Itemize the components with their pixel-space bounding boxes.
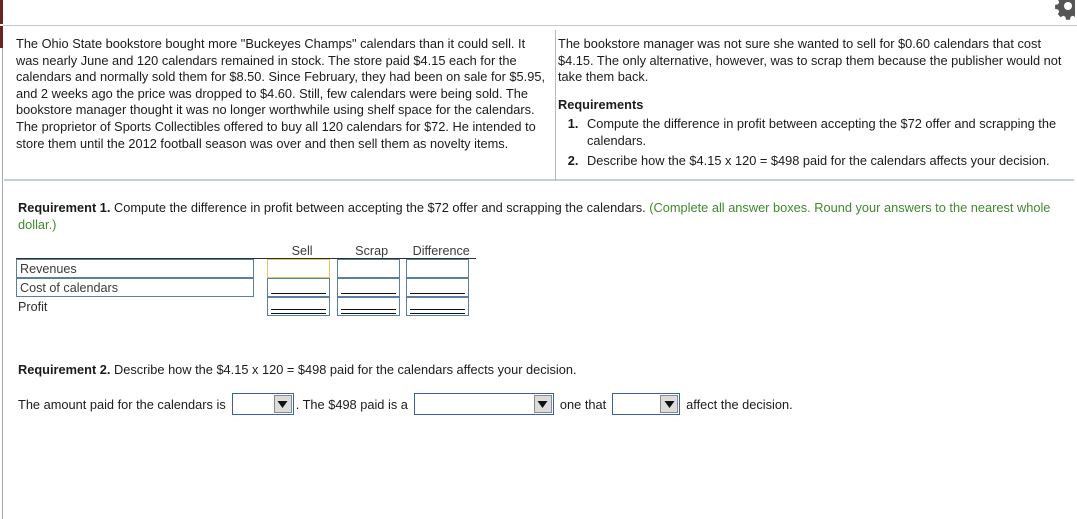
- cell-revenues-difference: [406, 259, 476, 278]
- revenues-sell-box[interactable]: [267, 259, 331, 278]
- column-divider: [555, 30, 556, 181]
- profit-scrap-input[interactable]: [337, 298, 399, 315]
- requirement-2-answer-row: The amount paid for the calendars is . T…: [18, 393, 1058, 415]
- left-edge-accent-secondary: [0, 26, 3, 48]
- cell-cost-sell: [267, 278, 337, 297]
- answer-table: Sell Scrap Difference Revenues Cost of c…: [16, 244, 476, 316]
- cell-revenues-scrap: [336, 259, 407, 278]
- requirements-heading: Requirements: [558, 96, 644, 112]
- table-header-blank: [16, 244, 268, 259]
- req2-sentence-part-4: affect the decision.: [686, 396, 793, 412]
- requirements-list: Compute the difference in profit between…: [558, 116, 1070, 169]
- requirement-1-text: Compute the difference in profit between…: [114, 200, 646, 215]
- requirements-column: The bookstore manager was not sure she w…: [558, 36, 1070, 172]
- top-separator-rule: [3, 25, 1077, 26]
- row-label-cell-profit: Profit: [16, 297, 267, 316]
- cost-scrap-input[interactable]: [337, 279, 399, 296]
- chevron-down-icon[interactable]: [273, 395, 292, 413]
- requirement-1-label: Requirement 1.: [18, 200, 111, 215]
- table-row: [16, 278, 476, 297]
- gear-icon[interactable]: [1055, 0, 1075, 22]
- profit-sell-input[interactable]: [268, 298, 330, 315]
- amount-paid-dropdown[interactable]: [231, 393, 294, 415]
- cost-difference-box[interactable]: [406, 278, 470, 297]
- profit-scrap-box[interactable]: [336, 297, 400, 316]
- problem-statement-panel: The Ohio State bookstore bought more "Bu…: [4, 30, 1074, 181]
- left-edge-rule: [2, 48, 3, 519]
- requirement-2-label: Requirement 2.: [18, 362, 111, 377]
- chevron-down-icon[interactable]: [533, 395, 552, 413]
- cost-sell-input[interactable]: [268, 279, 330, 296]
- cell-cost-difference: [406, 278, 476, 297]
- profit-sell-box[interactable]: [267, 297, 331, 316]
- requirement-2-prompt: Requirement 2. Describe how the $4.15 x …: [18, 362, 1018, 377]
- revenues-scrap-input[interactable]: [337, 260, 399, 277]
- table-header-row: Sell Scrap Difference: [16, 244, 476, 259]
- affects-dropdown[interactable]: [612, 393, 681, 415]
- requirement-2-text: Describe how the $4.15 x 120 = $498 paid…: [114, 362, 577, 377]
- cost-scrap-box[interactable]: [336, 278, 400, 297]
- problem-paragraph-1: The Ohio State bookstore bought more "Bu…: [16, 36, 546, 118]
- requirement-item-2: Describe how the $4.15 x 120 = $498 paid…: [582, 153, 1070, 170]
- problem-paragraph-2: The proprietor of Sports Collectibles of…: [16, 118, 536, 151]
- cell-profit-difference: [406, 297, 476, 316]
- row-label-cell-revenues: [16, 259, 267, 278]
- problem-paragraph-3: The bookstore manager was not sure she w…: [558, 36, 1062, 85]
- column-header-sell: Sell: [267, 244, 337, 259]
- left-edge-accent: [0, 0, 3, 24]
- revenues-difference-input[interactable]: [407, 260, 469, 277]
- table-row: Profit: [16, 297, 476, 316]
- app-frame: The Ohio State bookstore bought more "Bu…: [0, 0, 1077, 519]
- revenues-label-input[interactable]: [16, 259, 254, 278]
- requirement-item-1: Compute the difference in profit between…: [582, 116, 1070, 149]
- cost-type-dropdown[interactable]: [413, 393, 554, 415]
- profit-label: Profit: [18, 299, 48, 314]
- cost-difference-input[interactable]: [407, 279, 469, 296]
- req2-sentence-part-2: . The $498 paid is a: [295, 396, 408, 412]
- revenues-sell-input[interactable]: [268, 260, 330, 277]
- cost-sell-box[interactable]: [267, 278, 331, 297]
- chevron-down-icon[interactable]: [660, 395, 679, 413]
- req2-sentence-part-1: The amount paid for the calendars is: [18, 396, 226, 412]
- revenues-difference-box[interactable]: [406, 259, 470, 278]
- profit-difference-input[interactable]: [407, 298, 469, 315]
- table-row: [16, 259, 476, 278]
- revenues-scrap-box[interactable]: [336, 259, 400, 278]
- column-header-scrap: Scrap: [336, 244, 407, 259]
- requirement-1-prompt: Requirement 1. Compute the difference in…: [18, 199, 1068, 233]
- row-label-cell-cost: [16, 278, 267, 297]
- cost-of-calendars-label-input[interactable]: [16, 278, 254, 297]
- cell-profit-scrap: [336, 297, 407, 316]
- cell-cost-scrap: [336, 278, 407, 297]
- cell-revenues-sell: [267, 259, 337, 278]
- cell-profit-sell: [267, 297, 337, 316]
- column-header-difference: Difference: [406, 244, 476, 259]
- req2-sentence-part-3: one that: [559, 396, 607, 412]
- problem-left-column: The Ohio State bookstore bought more "Bu…: [16, 36, 546, 152]
- profit-difference-box[interactable]: [406, 297, 470, 316]
